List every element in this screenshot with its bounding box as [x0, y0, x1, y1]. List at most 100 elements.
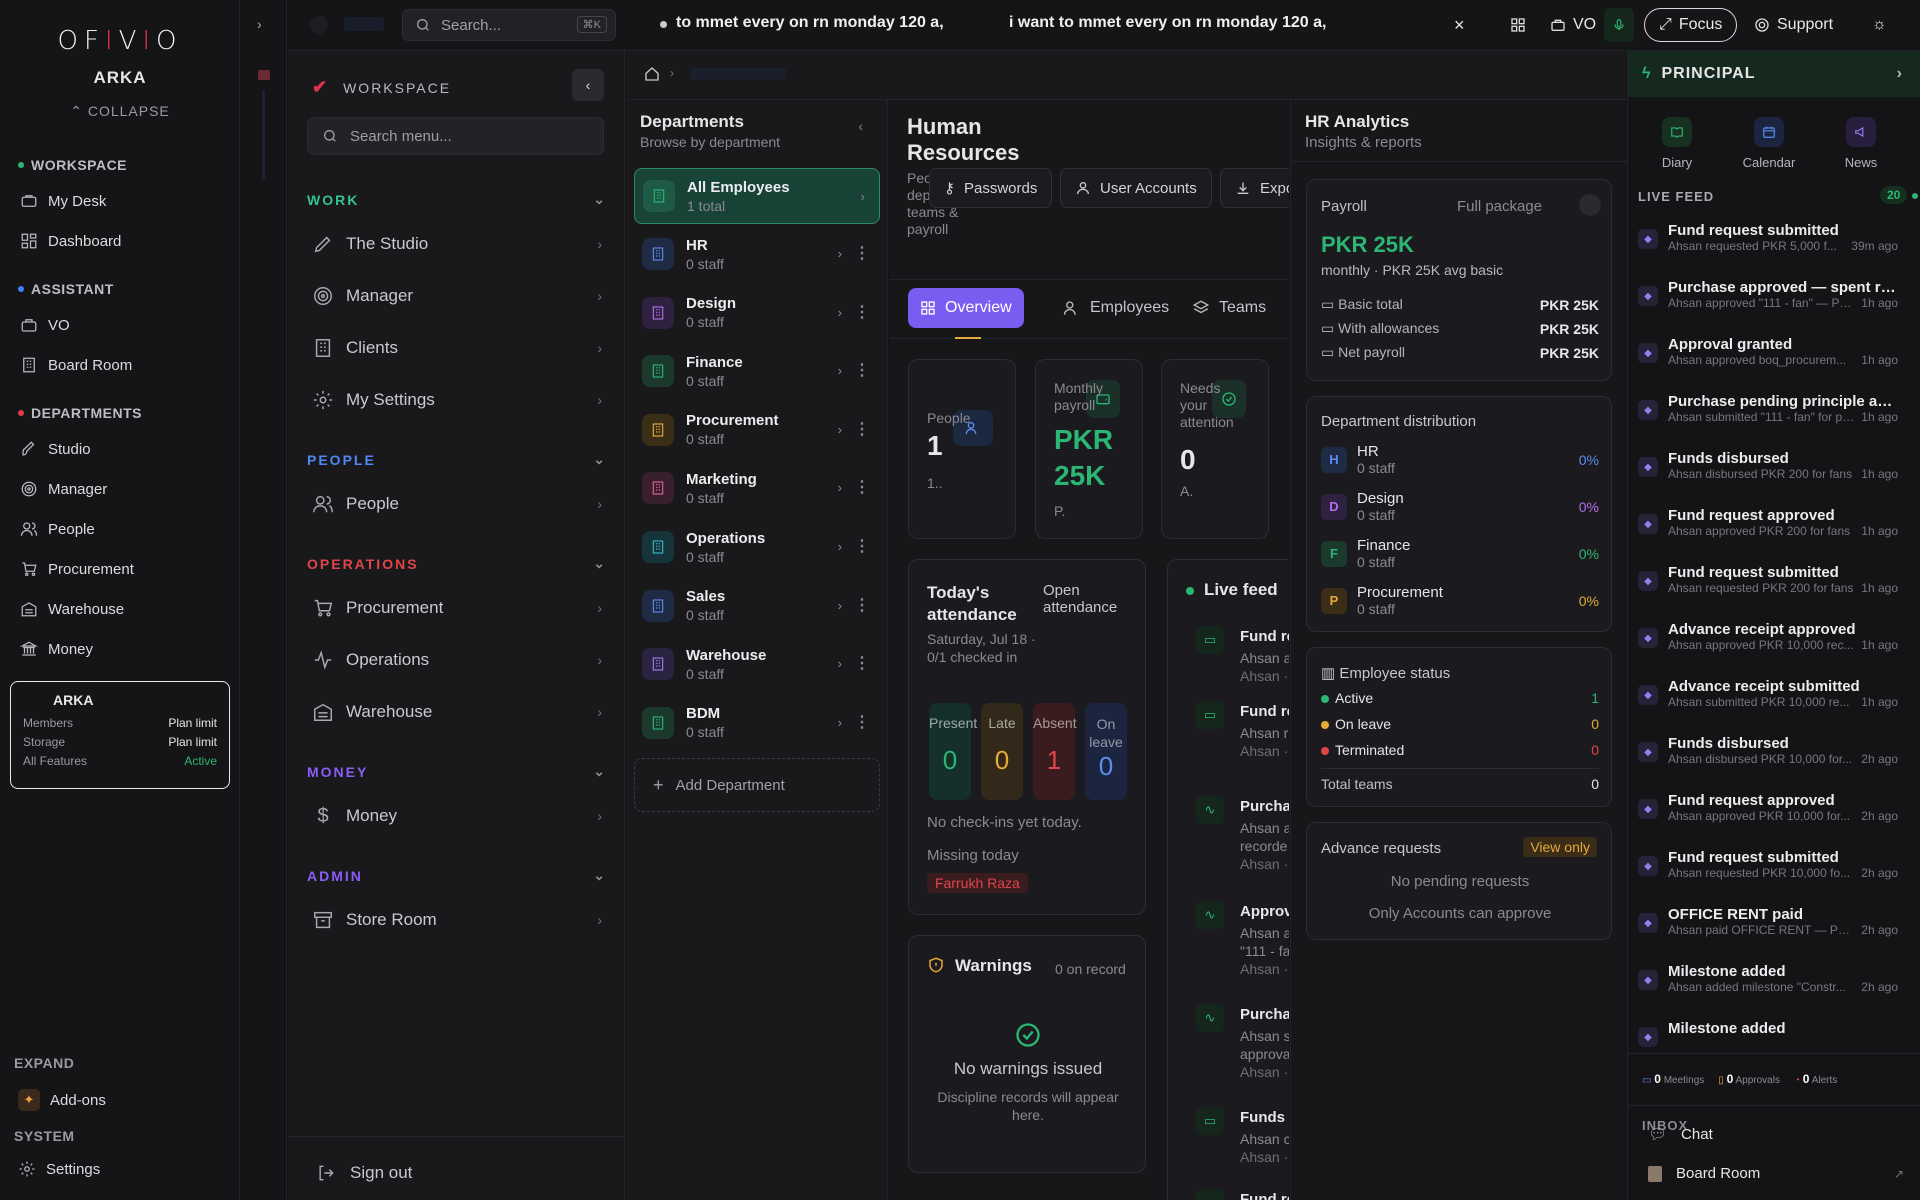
mic-button[interactable] [1604, 8, 1634, 42]
live-feed-item[interactable]: ◆ Milestone added Ahsan added milestone "C… [1638, 963, 1918, 1013]
principal-header[interactable]: ϟ PRINCIPAL › [1628, 51, 1920, 97]
plan-card[interactable]: ARKA Members Plan limit Storage Plan limit… [10, 681, 230, 789]
attendance-on-leave[interactable]: On leave 0 [1085, 703, 1127, 800]
user-accounts-button[interactable]: User Accounts [1060, 168, 1212, 208]
nav-item-people[interactable]: People [20, 515, 220, 543]
stat-card-attention[interactable]: Needs your attention 0 A. [1161, 359, 1269, 539]
tab-teams[interactable]: Teams [1180, 288, 1278, 328]
inbox-chat[interactable]: 💬︎ Chat [1648, 1125, 1713, 1144]
more-icon[interactable]: ⋮ [854, 419, 870, 439]
menu-item-clients[interactable]: Clients › [312, 333, 602, 363]
live-feed-item[interactable]: ◆ Fund request approved Ahsan approved PKR… [1638, 507, 1918, 557]
add-department-button[interactable]: + Add Department [634, 758, 880, 812]
menu-section-operations[interactable]: OPERATIONS ⌄ [307, 555, 607, 572]
nav-item-board-room[interactable]: Board Room [20, 351, 220, 379]
attendance-absent[interactable]: Absent 1 [1033, 703, 1077, 800]
theme-toggle[interactable]: ☼ [1872, 8, 1887, 42]
nav-item-vo[interactable]: VO [20, 311, 220, 339]
collapse-button[interactable]: ⌃ COLLAPSE [0, 103, 240, 120]
menu-search-input[interactable]: Search menu... [307, 117, 604, 155]
stat-card-people[interactable]: People 1 1.. [908, 359, 1016, 539]
distribution-row[interactable]: D Design 0 staff 0% [1321, 490, 1599, 523]
home-icon[interactable] [644, 66, 660, 82]
live-feed-item[interactable]: ◆ Purchase approved — spent rec... Ahsan a… [1638, 279, 1918, 329]
chevron-right-icon[interactable]: › [257, 16, 262, 32]
export-button[interactable]: Expo [1220, 168, 1289, 208]
department-item[interactable]: Design 0 staff › ⋮ [634, 285, 880, 341]
nav-item-money[interactable]: Money [20, 635, 220, 663]
live-feed-item[interactable]: ◆ Fund request submitted Ahsan requested P… [1638, 849, 1918, 899]
open-attendance-link[interactable]: Open attendance [1043, 582, 1145, 616]
toggle-icon[interactable] [1579, 194, 1601, 216]
nav-item-dashboard[interactable]: Dashboard [20, 227, 220, 255]
stat-card-payroll[interactable]: Monthly payroll PKR 25K P. [1035, 359, 1143, 539]
department-all-employees[interactable]: All Employees 1 total › [634, 168, 880, 224]
focus-button[interactable]: ⤢ Focus [1644, 8, 1738, 42]
close-ticker-button[interactable]: × [1454, 8, 1465, 42]
chevron-left-icon[interactable]: ‹ [858, 118, 863, 134]
live-feed-item[interactable]: ◆ Fund request approved Ahsan approved PKR… [1638, 792, 1918, 842]
live-feed-item[interactable]: ◆ Purchase pending principle app... Ahsan … [1638, 393, 1918, 443]
department-item[interactable]: Warehouse 0 staff › ⋮ [634, 636, 880, 692]
brand-logo[interactable]: OFIVIO [0, 26, 240, 56]
quick-news[interactable]: News [1816, 117, 1906, 170]
nav-item-procurement[interactable]: Procurement [20, 555, 220, 583]
nav-item-manager[interactable]: Manager [20, 475, 220, 503]
live-feed-item[interactable]: ◆ Funds disbursed Ahsan disbursed PKR 10,0… [1638, 735, 1918, 785]
quick-calendar[interactable]: Calendar [1724, 117, 1814, 170]
department-item[interactable]: BDM 0 staff › ⋮ [634, 695, 880, 751]
menu-section-admin[interactable]: ADMIN ⌄ [307, 867, 607, 884]
distribution-row[interactable]: P Procurement 0 staff 0% [1321, 584, 1599, 617]
live-feed-item[interactable]: ◆ OFFICE RENT paid Ahsan paid OFFICE RENT … [1638, 906, 1918, 956]
addons-button[interactable]: ✦ Add-ons [18, 1086, 218, 1114]
more-icon[interactable]: ⋮ [854, 595, 870, 615]
quick-diary[interactable]: Diary [1632, 117, 1722, 170]
menu-section-money[interactable]: MONEY ⌄ [307, 763, 607, 780]
sign-out-button[interactable]: Sign out [288, 1136, 625, 1183]
menu-section-work[interactable]: WORK ⌄ [307, 191, 607, 208]
counter-approvals[interactable]: ▯ 0 Approvals [1718, 1072, 1780, 1086]
live-feed-item[interactable]: ◆ Funds disbursed Ahsan disbursed PKR 200 … [1638, 450, 1918, 500]
payroll-package[interactable]: Full package [1457, 198, 1542, 215]
menu-item-procurement[interactable]: Procurement › [312, 593, 602, 623]
counter-alerts[interactable]: ◔ 0 Alerts [1794, 1072, 1837, 1086]
more-icon[interactable]: ⋮ [854, 653, 870, 673]
live-feed-item[interactable]: ◆ Advance receipt submitted Ahsan submitte… [1638, 678, 1918, 728]
menu-item-warehouse[interactable]: Warehouse › [312, 697, 602, 727]
attendance-late[interactable]: Late 0 [981, 703, 1023, 800]
live-feed-item[interactable]: ◆ Advance receipt approved Ahsan approved … [1638, 621, 1918, 671]
department-item[interactable]: Marketing 0 staff › ⋮ [634, 460, 880, 516]
tab-employees[interactable]: Employees [1051, 288, 1181, 328]
briefcase-icon[interactable] [258, 70, 270, 80]
missing-employee-chip[interactable]: Farrukh Raza [927, 873, 1028, 893]
vo-button[interactable]: VO [1550, 8, 1596, 42]
passwords-button[interactable]: ⚷ Passwords [929, 168, 1053, 208]
more-icon[interactable]: ⋮ [854, 302, 870, 322]
department-item[interactable]: HR 0 staff › ⋮ [634, 226, 880, 282]
nav-item-my-desk[interactable]: My Desk [20, 187, 220, 215]
menu-item-money[interactable]: $ Money › [312, 801, 602, 831]
menu-item-operations[interactable]: Operations › [312, 645, 602, 675]
menu-item-store-room[interactable]: Store Room › [312, 905, 602, 935]
support-button[interactable]: Support [1754, 8, 1833, 42]
menu-item-people[interactable]: People › [312, 489, 602, 519]
more-icon[interactable]: ⋮ [854, 360, 870, 380]
more-icon[interactable]: ⋮ [854, 712, 870, 732]
tab-overview[interactable]: Overview [908, 288, 1024, 328]
inbox-board-room[interactable]: Board Room ↗ [1648, 1165, 1904, 1182]
collapse-menu-button[interactable]: ‹ [572, 69, 604, 101]
apps-button[interactable] [1510, 8, 1526, 42]
menu-item-my-settings[interactable]: My Settings › [312, 385, 602, 415]
department-item[interactable]: Finance 0 staff › ⋮ [634, 343, 880, 399]
live-feed-item[interactable]: ◆ Fund request submitted Ahsan requested P… [1638, 222, 1918, 272]
menu-section-people[interactable]: PEOPLE ⌄ [307, 451, 607, 468]
department-item[interactable]: Procurement 0 staff › ⋮ [634, 402, 880, 458]
more-icon[interactable]: ⋮ [854, 243, 870, 263]
settings-button[interactable]: Settings [18, 1155, 218, 1183]
distribution-row[interactable]: F Finance 0 staff 0% [1321, 537, 1599, 570]
more-icon[interactable]: ⋮ [854, 477, 870, 497]
nav-item-studio[interactable]: Studio [20, 435, 220, 463]
menu-item-the-studio[interactable]: The Studio › [312, 229, 602, 259]
menu-item-manager[interactable]: Manager › [312, 281, 602, 311]
counter-meetings[interactable]: ▭ 0 Meetings [1642, 1072, 1704, 1086]
